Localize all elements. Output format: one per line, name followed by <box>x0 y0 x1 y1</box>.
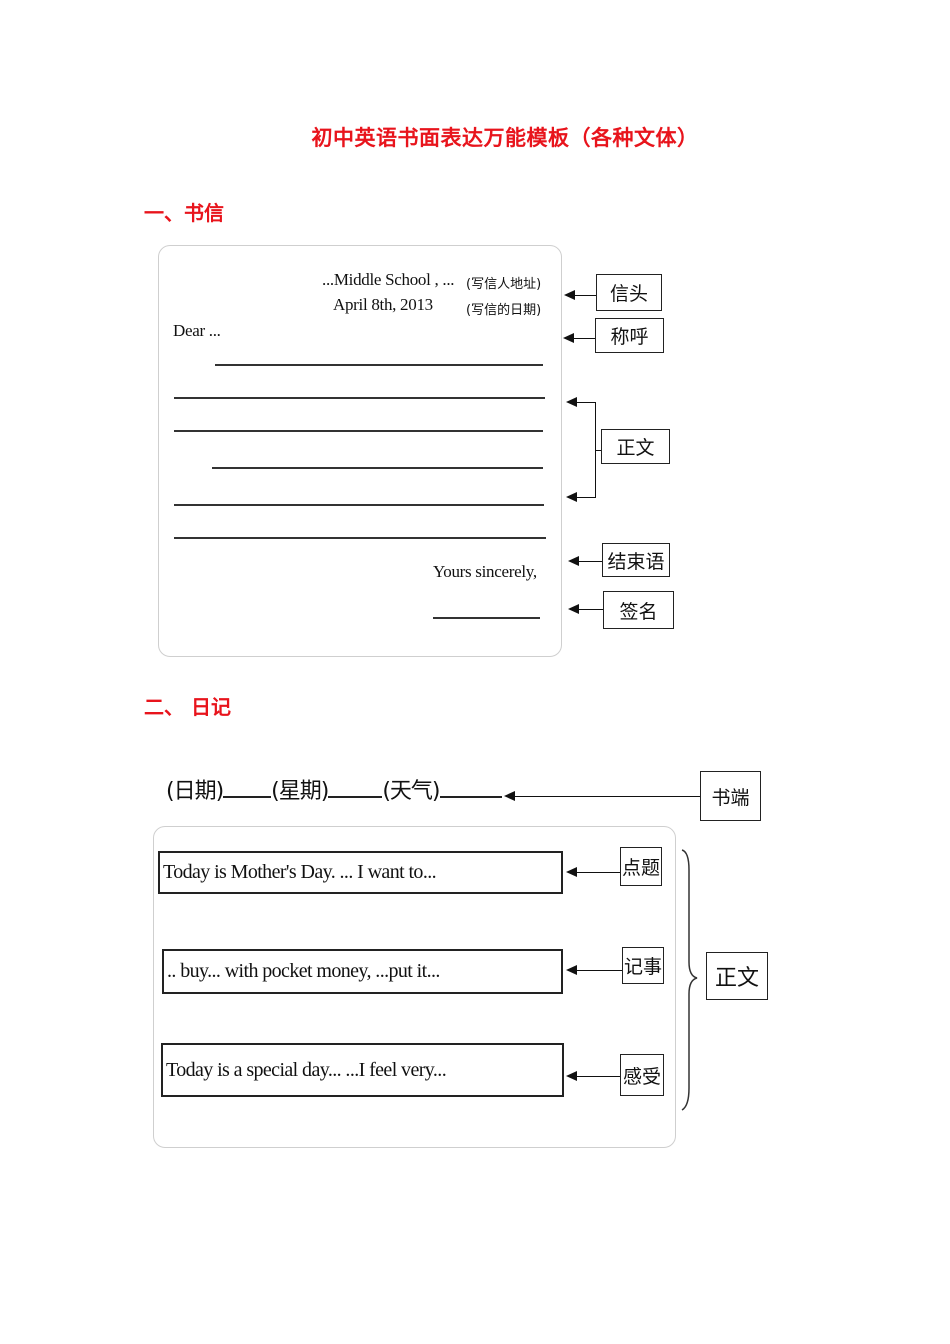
section-heading-letter: 一、书信 <box>144 201 224 225</box>
label-diary-topic: 点题 <box>620 847 662 886</box>
label-diary-header: 书端 <box>700 771 761 821</box>
label-letter-body: 正文 <box>601 429 670 464</box>
arrow-left-icon <box>566 491 595 502</box>
blank-line <box>439 796 502 798</box>
diary-paragraph-feeling: Today is a special day... ...I feel very… <box>161 1043 564 1097</box>
label-diary-narration: 记事 <box>622 947 664 984</box>
arrow-left-icon <box>568 603 604 614</box>
arrow-left-icon <box>563 332 595 343</box>
arrow-left-icon <box>504 790 728 801</box>
arrow-left-icon <box>564 289 596 300</box>
arrow-left-icon <box>568 555 602 566</box>
body-line <box>174 504 544 506</box>
arrow-left-icon <box>566 396 595 407</box>
signature-line <box>433 617 540 619</box>
body-line <box>174 537 546 539</box>
diary-weather-field: (天气) <box>382 779 440 804</box>
diary-date-field: (日期) <box>166 779 224 804</box>
diary-paragraph-narration: .. buy... with pocket money, ...put it..… <box>162 949 563 994</box>
blank-line <box>223 796 272 798</box>
letter-date-note: (写信的日期) <box>466 303 542 318</box>
body-line <box>212 467 543 469</box>
body-line <box>174 430 543 432</box>
blank-line <box>328 796 383 798</box>
label-diary-feeling: 感受 <box>620 1054 664 1096</box>
letter-address: ...Middle School , ... <box>322 270 455 289</box>
diary-weekday-field: (星期) <box>271 779 329 804</box>
diary-paragraph-topic: Today is Mother's Day. ... I want to... <box>158 851 563 894</box>
letter-date: April 8th, 2013 <box>333 295 433 314</box>
label-letter-salutation: 称呼 <box>595 318 664 353</box>
section-heading-diary: 二、 日记 <box>144 695 231 719</box>
arrow-left-icon <box>566 1070 620 1081</box>
label-letter-heading: 信头 <box>596 274 662 311</box>
body-line <box>174 397 545 399</box>
label-letter-closing: 结束语 <box>602 543 670 577</box>
label-diary-body: 正文 <box>706 952 768 1000</box>
body-line <box>215 364 543 366</box>
curly-brace-icon <box>681 849 698 1111</box>
letter-closing: Yours sincerely, <box>433 562 537 581</box>
diary-header-row: (日期) (星期) (天气) <box>166 773 502 805</box>
arrow-left-icon <box>566 866 620 877</box>
arrow-left-icon <box>566 964 622 975</box>
letter-salutation: Dear ... <box>173 321 221 340</box>
label-letter-signature: 签名 <box>603 591 674 629</box>
page-title: 初中英语书面表达万能模板（各种文体） <box>311 126 699 150</box>
letter-address-note: (写信人地址) <box>466 277 542 292</box>
